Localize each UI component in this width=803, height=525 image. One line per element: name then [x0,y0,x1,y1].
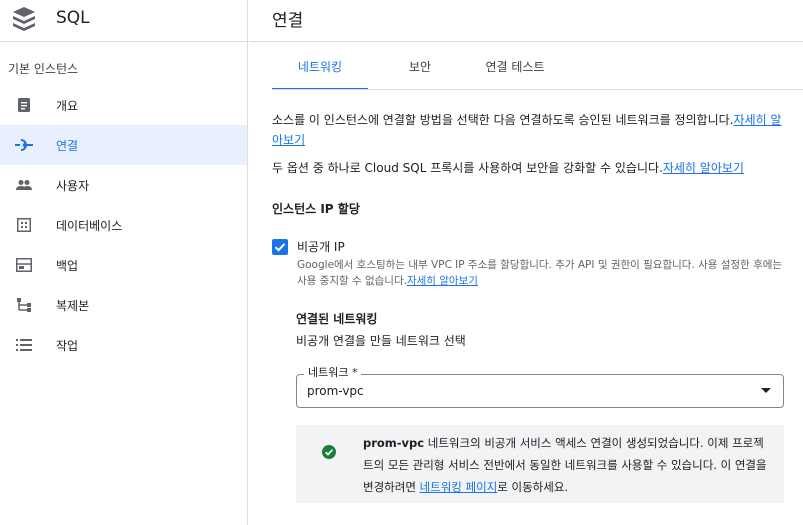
success-notice: prom-vpc 네트워크의 비공개 서비스 액세스 연결이 생성되었습니다. … [296,425,784,503]
help-text: Google에서 호스팅하는 내부 VPC IP 주소를 할당합니다. 추가 A… [297,259,783,287]
private-ip-help: Google에서 호스팅하는 내부 VPC IP 주소를 할당합니다. 추가 A… [297,257,787,289]
tab-security[interactable]: 보안 [380,52,460,90]
tab-connectivity-test[interactable]: 연결 테스트 [460,52,570,90]
sidebar-item-overview[interactable]: 개요 [0,85,247,125]
connected-network-title: 연결된 네트워킹 [296,312,378,326]
sidebar: SQL 기본 인스턴스 개요 연결 사용자 데이터베이스 백업 복제본 작업 [0,0,248,525]
private-ip-label: 비공개 IP [297,240,345,254]
sidebar-item-databases[interactable]: 데이터베이스 [0,205,247,245]
users-icon [15,177,33,193]
replica-icon [15,297,33,313]
brand-header: SQL [0,0,247,42]
intro-text: 두 옵션 중 하나로 Cloud SQL 프록시를 사용하여 보안을 강화할 수… [272,161,663,175]
page-title: 연결 [272,11,304,31]
learn-more-link[interactable]: 자세히 알아보기 [663,161,744,175]
database-icon [15,217,33,233]
sidebar-item-users[interactable]: 사용자 [0,165,247,205]
dropdown-arrow-icon [761,388,771,393]
networking-page-link[interactable]: 네트워킹 페이지 [420,480,498,494]
network-select[interactable]: prom-vpc [296,374,784,408]
operations-icon [15,337,33,353]
overview-icon [15,97,33,113]
notice-network-name: prom-vpc [363,436,425,450]
check-circle-icon [322,445,336,459]
instance-section-label: 기본 인스턴스 [8,62,79,76]
backup-icon [15,257,33,273]
sidebar-item-label: 백업 [56,259,79,273]
sidebar-item-backups[interactable]: 백업 [0,245,247,285]
connection-icon [15,137,33,153]
sidebar-item-replicas[interactable]: 복제본 [0,285,247,325]
sql-stack-icon [13,7,35,31]
main-content: 연결 네트워킹 보안 연결 테스트 소스를 이 인스턴스에 연결할 방법을 선택… [249,0,803,525]
sidebar-item-label: 작업 [56,339,79,353]
intro-paragraph-1: 소스를 이 인스턴스에 연결할 방법을 선택한 다음 연결하도록 승인된 네트워… [272,110,792,150]
connected-network-subtitle: 비공개 연결을 만들 네트워크 선택 [296,334,466,348]
instance-ip-section-title: 인스턴스 IP 할당 [272,202,360,216]
sidebar-item-label: 데이터베이스 [56,219,123,233]
sidebar-item-label: 복제본 [56,299,90,313]
divider [272,89,803,90]
sidebar-item-label: 사용자 [56,179,90,193]
divider [249,41,803,42]
network-select-value: prom-vpc [307,384,364,398]
notice-body-end: 로 이동하세요. [497,480,569,494]
sidebar-item-label: 연결 [56,139,79,153]
checkmark-icon [274,243,286,252]
sidebar-item-operations[interactable]: 작업 [0,325,247,365]
notice-text: prom-vpc 네트워크의 비공개 서비스 액세스 연결이 생성되었습니다. … [363,432,773,498]
sidebar-nav: 개요 연결 사용자 데이터베이스 백업 복제본 작업 [0,85,247,365]
learn-more-link[interactable]: 자세히 알아보기 [407,275,478,287]
private-ip-checkbox[interactable] [272,239,288,255]
intro-text: 소스를 이 인스턴스에 연결할 방법을 선택한 다음 연결하도록 승인된 네트워… [272,113,734,127]
network-field-label: 네트워크 * [304,364,362,380]
tab-bar: 네트워킹 보안 연결 테스트 [272,52,792,90]
sidebar-item-label: 개요 [56,99,79,113]
tab-networking[interactable]: 네트워킹 [272,52,368,90]
sidebar-item-connections[interactable]: 연결 [0,125,247,165]
brand-title[interactable]: SQL [56,8,90,28]
intro-paragraph-2: 두 옵션 중 하나로 Cloud SQL 프록시를 사용하여 보안을 강화할 수… [272,158,792,178]
